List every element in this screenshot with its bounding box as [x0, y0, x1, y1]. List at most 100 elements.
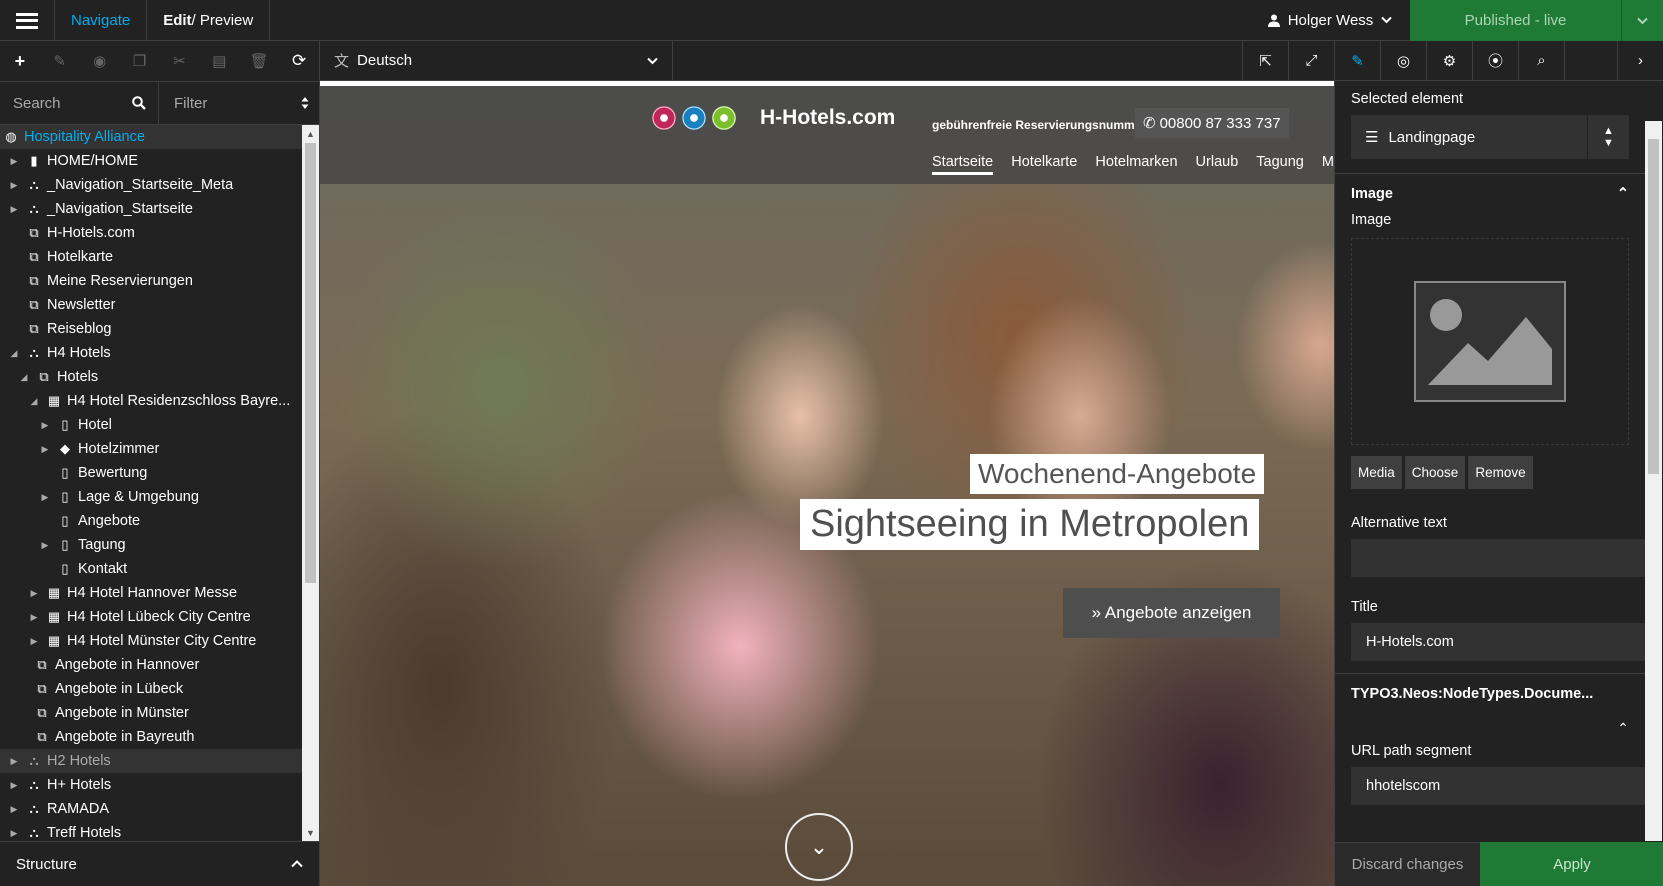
tree-node[interactable]: ◢ ⧉ Hotels — [0, 365, 302, 389]
tab-edit-preview[interactable]: Edit / Preview — [147, 0, 271, 41]
site-brand[interactable]: H-Hotels.com — [760, 106, 895, 130]
tree-node[interactable]: ▶ ▯ Tagung — [0, 533, 302, 557]
collapse-icon[interactable]: ◢ — [8, 348, 20, 359]
expand-icon[interactable]: ▶ — [39, 444, 51, 455]
tree-node[interactable]: ⧉ Angebote in Münster — [0, 701, 302, 725]
expand-icon[interactable]: ▶ — [8, 180, 20, 191]
expand-icon[interactable]: ▶ — [39, 420, 51, 431]
nav-more[interactable]: Me — [1322, 154, 1334, 175]
delete-node-button[interactable]: 🗑 — [239, 41, 279, 82]
tree-node[interactable]: ⧉ Reiseblog — [0, 317, 302, 341]
expand-icon[interactable]: ▶ — [8, 804, 20, 815]
scroll-down-button[interactable]: ⌄ — [785, 813, 853, 881]
filter-select[interactable]: Filter — [159, 82, 319, 124]
nav-urlaub[interactable]: Urlaub — [1196, 154, 1239, 175]
selected-element-select[interactable]: ☰ Landingpage ▲ ▼ — [1351, 115, 1629, 159]
publish-dropdown-button[interactable] — [1621, 0, 1663, 41]
tree-node[interactable]: ▶ ◆ Hotelzimmer — [0, 437, 302, 461]
scroll-up-icon[interactable]: ▲ — [302, 125, 319, 142]
expand-icon[interactable]: ▶ — [28, 636, 40, 647]
open-external-button[interactable]: ⇱ — [1242, 41, 1288, 80]
tree-node[interactable]: ▶ ▮ HOME/HOME — [0, 149, 302, 173]
media-button[interactable]: Media — [1351, 456, 1402, 489]
headline-small[interactable]: Wochenend-Angebote — [970, 454, 1265, 494]
collapse-inspector-button[interactable]: › — [1617, 41, 1663, 80]
alt-text-input[interactable] — [1351, 539, 1645, 577]
tree-node[interactable]: ⧉ Angebote in Bayreuth — [0, 725, 302, 749]
scroll-down-icon[interactable]: ▼ — [302, 824, 319, 841]
add-node-button[interactable]: + — [0, 41, 40, 82]
expand-icon[interactable]: ▶ — [8, 828, 20, 839]
expand-icon[interactable]: ▶ — [39, 492, 51, 503]
tab-navigate[interactable]: Navigate — [55, 0, 148, 41]
tree-node[interactable]: ⧉ Meine Reservierungen — [0, 269, 302, 293]
expand-icon[interactable]: ▶ — [39, 540, 51, 551]
cut-node-button[interactable]: ✂ — [160, 41, 200, 82]
tab-target[interactable]: ⦿ — [1473, 41, 1519, 80]
collapse-icon[interactable]: ◢ — [18, 372, 30, 383]
expand-icon[interactable]: ▶ — [28, 612, 40, 623]
search-input[interactable]: Search — [0, 82, 159, 124]
tree-node[interactable]: ⧉ Hotelkarte — [0, 245, 302, 269]
tree-node[interactable]: ▶ ⛬ Treff Hotels — [0, 821, 302, 841]
expand-icon[interactable]: ▶ — [28, 588, 40, 599]
inspector-scrollbar[interactable] — [1645, 121, 1662, 841]
tab-edit[interactable]: ✎ — [1335, 41, 1381, 80]
user-menu[interactable]: Holger Wess — [1250, 0, 1410, 40]
tree-scrollbar[interactable]: ▲ ▼ — [302, 125, 319, 841]
edit-node-button[interactable]: ✎ — [40, 41, 80, 82]
tree-node[interactable]: ◢ ▦ H4 Hotel Residenzschloss Bayre... — [0, 389, 302, 413]
tree-node[interactable]: ▶ ▦ H4 Hotel Hannover Messe — [0, 581, 302, 605]
collapse-icon[interactable]: ◢ — [28, 396, 40, 407]
tree-node[interactable]: ◍ Hospitality Alliance — [0, 125, 302, 149]
discard-changes-button[interactable]: Discard changes — [1335, 842, 1480, 886]
hide-node-button[interactable]: ◉ — [80, 41, 120, 82]
nav-startseite[interactable]: Startseite — [932, 154, 994, 175]
dimension-selector[interactable]: 文 Deutsch — [320, 41, 673, 80]
tree-node[interactable]: ▶ ▦ H4 Hotel Lübeck City Centre — [0, 605, 302, 629]
tree-node[interactable]: ▶ ⛬ _Navigation_Startseite_Meta — [0, 173, 302, 197]
tree-node[interactable]: ▶ ▦ H4 Hotel Münster City Centre — [0, 629, 302, 653]
scrollbar-thumb[interactable] — [1648, 139, 1659, 474]
nav-tagung[interactable]: Tagung — [1256, 154, 1304, 175]
publish-button[interactable]: Published - live — [1410, 0, 1621, 41]
tab-settings[interactable]: ⚙ — [1427, 41, 1473, 80]
copy-node-button[interactable]: ❐ — [120, 41, 160, 82]
refresh-button[interactable]: ⟳ — [279, 41, 319, 82]
tab-navigation[interactable]: ◎ — [1381, 41, 1427, 80]
tree-node[interactable]: ▶ ⛬ H+ Hotels — [0, 773, 302, 797]
tree-node[interactable]: ▶ ▯ Lage & Umgebung — [0, 485, 302, 509]
choose-button[interactable]: Choose — [1404, 456, 1466, 489]
tree-node[interactable]: ⧉ Newsletter — [0, 293, 302, 317]
tree-node[interactable]: ⧉ H-Hotels.com — [0, 221, 302, 245]
phone-number[interactable]: ✆ 00800 87 333 737 — [1135, 108, 1289, 138]
tree-node[interactable]: ▶ ▯ Hotel — [0, 413, 302, 437]
tree-node[interactable]: ▯ Angebote — [0, 509, 302, 533]
menu-button[interactable] — [0, 0, 55, 41]
nodetype-section-header[interactable]: TYPO3.Neos:NodeTypes.Docume... — [1335, 673, 1645, 702]
scrollbar-thumb[interactable] — [305, 143, 316, 583]
tab-search[interactable]: ⌕ — [1519, 41, 1565, 80]
expand-icon[interactable]: ▶ — [8, 756, 20, 767]
remove-button[interactable]: Remove — [1468, 456, 1533, 489]
expand-icon[interactable]: ▶ — [8, 780, 20, 791]
expand-icon[interactable]: ▶ — [8, 156, 20, 167]
tree-node[interactable]: ⧉ Angebote in Lübeck — [0, 677, 302, 701]
fullscreen-button[interactable]: ⤢ — [1288, 41, 1334, 80]
tree-node[interactable]: ▯ Kontakt — [0, 557, 302, 581]
tree-node[interactable]: ▯ Bewertung — [0, 461, 302, 485]
structure-panel-toggle[interactable]: Structure — [0, 841, 319, 886]
tree-node[interactable]: ▶ ⛬ H2 Hotels — [0, 749, 302, 773]
title-input[interactable]: H-Hotels.com — [1351, 623, 1645, 661]
tree-node[interactable]: ▶ ⛬ RAMADA — [0, 797, 302, 821]
nodetype-collapse[interactable]: ⌃ — [1351, 720, 1629, 737]
tree-node[interactable]: ▶ ⛬ _Navigation_Startseite — [0, 197, 302, 221]
cta-button[interactable]: » Angebote anzeigen — [1063, 588, 1280, 638]
tree-node[interactable]: ⧉ Angebote in Hannover — [0, 653, 302, 677]
apply-button[interactable]: Apply — [1480, 842, 1663, 886]
paste-node-button[interactable]: ▤ — [199, 41, 239, 82]
image-dropzone[interactable] — [1351, 238, 1629, 445]
nav-hotelkarte[interactable]: Hotelkarte — [1011, 154, 1077, 175]
image-section-header[interactable]: Image ⌃ — [1335, 173, 1645, 202]
url-path-input[interactable]: hhotelscom — [1351, 767, 1645, 805]
